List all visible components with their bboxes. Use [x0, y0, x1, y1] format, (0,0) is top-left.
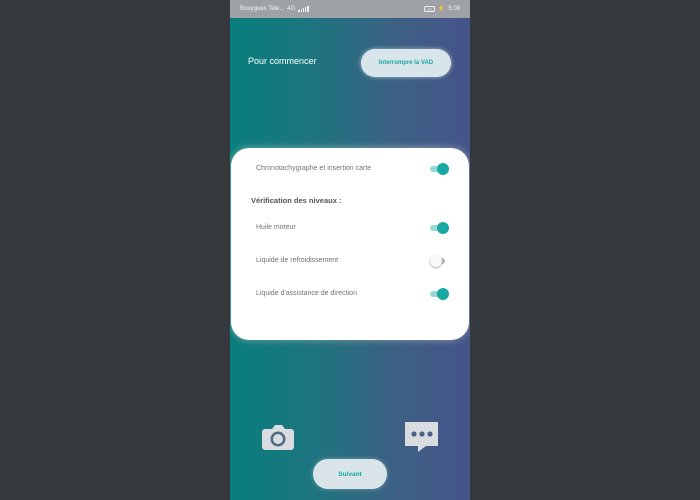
camera-icon[interactable] [260, 421, 296, 453]
toggle-huile-moteur[interactable] [430, 222, 449, 235]
toggle-liquide-refroidissement[interactable] [430, 255, 448, 268]
status-bar: Bouygues Tele... 4G 79 ⚡ 5:09 [230, 0, 470, 18]
network-type: 4G [287, 6, 296, 12]
toggle-chronotachygraphe[interactable] [430, 163, 449, 176]
checklist-label: Liquide d'assistance de direction [256, 290, 357, 297]
carrier-name: Bouygues Tele... [240, 6, 285, 12]
toggle-liquide-direction[interactable] [430, 288, 449, 301]
page-title: Pour commencer [248, 56, 317, 66]
status-left: Bouygues Tele... 4G [240, 6, 309, 12]
checklist-label: Liquide de refroidissement [256, 257, 339, 264]
battery-icon: 79 [423, 6, 435, 12]
mobile-screen: Bouygues Tele... 4G 79 ⚡ 5:09 Pour comme… [230, 0, 470, 500]
checklist-row: Liquide d'assistance de direction [256, 287, 449, 305]
checklist-label: Huile moteur [256, 224, 296, 231]
checklist-row: Chronotachygraphe et insertion carte [256, 162, 449, 180]
checklist-card: Chronotachygraphe et insertion carte Vér… [231, 148, 469, 340]
status-right: 79 ⚡ 5:09 [423, 6, 460, 12]
toggle-knob [437, 163, 449, 175]
section-title: Vérification des niveaux : [251, 196, 342, 205]
charging-icon: ⚡ [437, 6, 446, 12]
toggle-knob [430, 255, 442, 267]
toggle-knob [437, 222, 449, 234]
checklist-row: Huile moteur [256, 221, 449, 239]
checklist-label: Chronotachygraphe et insertion carte [256, 165, 372, 172]
interrupt-vad-button[interactable]: Interrompre la VAD [361, 49, 451, 77]
checklist-row: Liquide de refroidissement [256, 254, 446, 272]
signal-icon [298, 6, 309, 12]
status-time: 5:09 [448, 6, 460, 12]
chat-icon[interactable] [403, 420, 440, 454]
next-button[interactable]: Suivant [313, 459, 387, 489]
toggle-knob [437, 288, 449, 300]
